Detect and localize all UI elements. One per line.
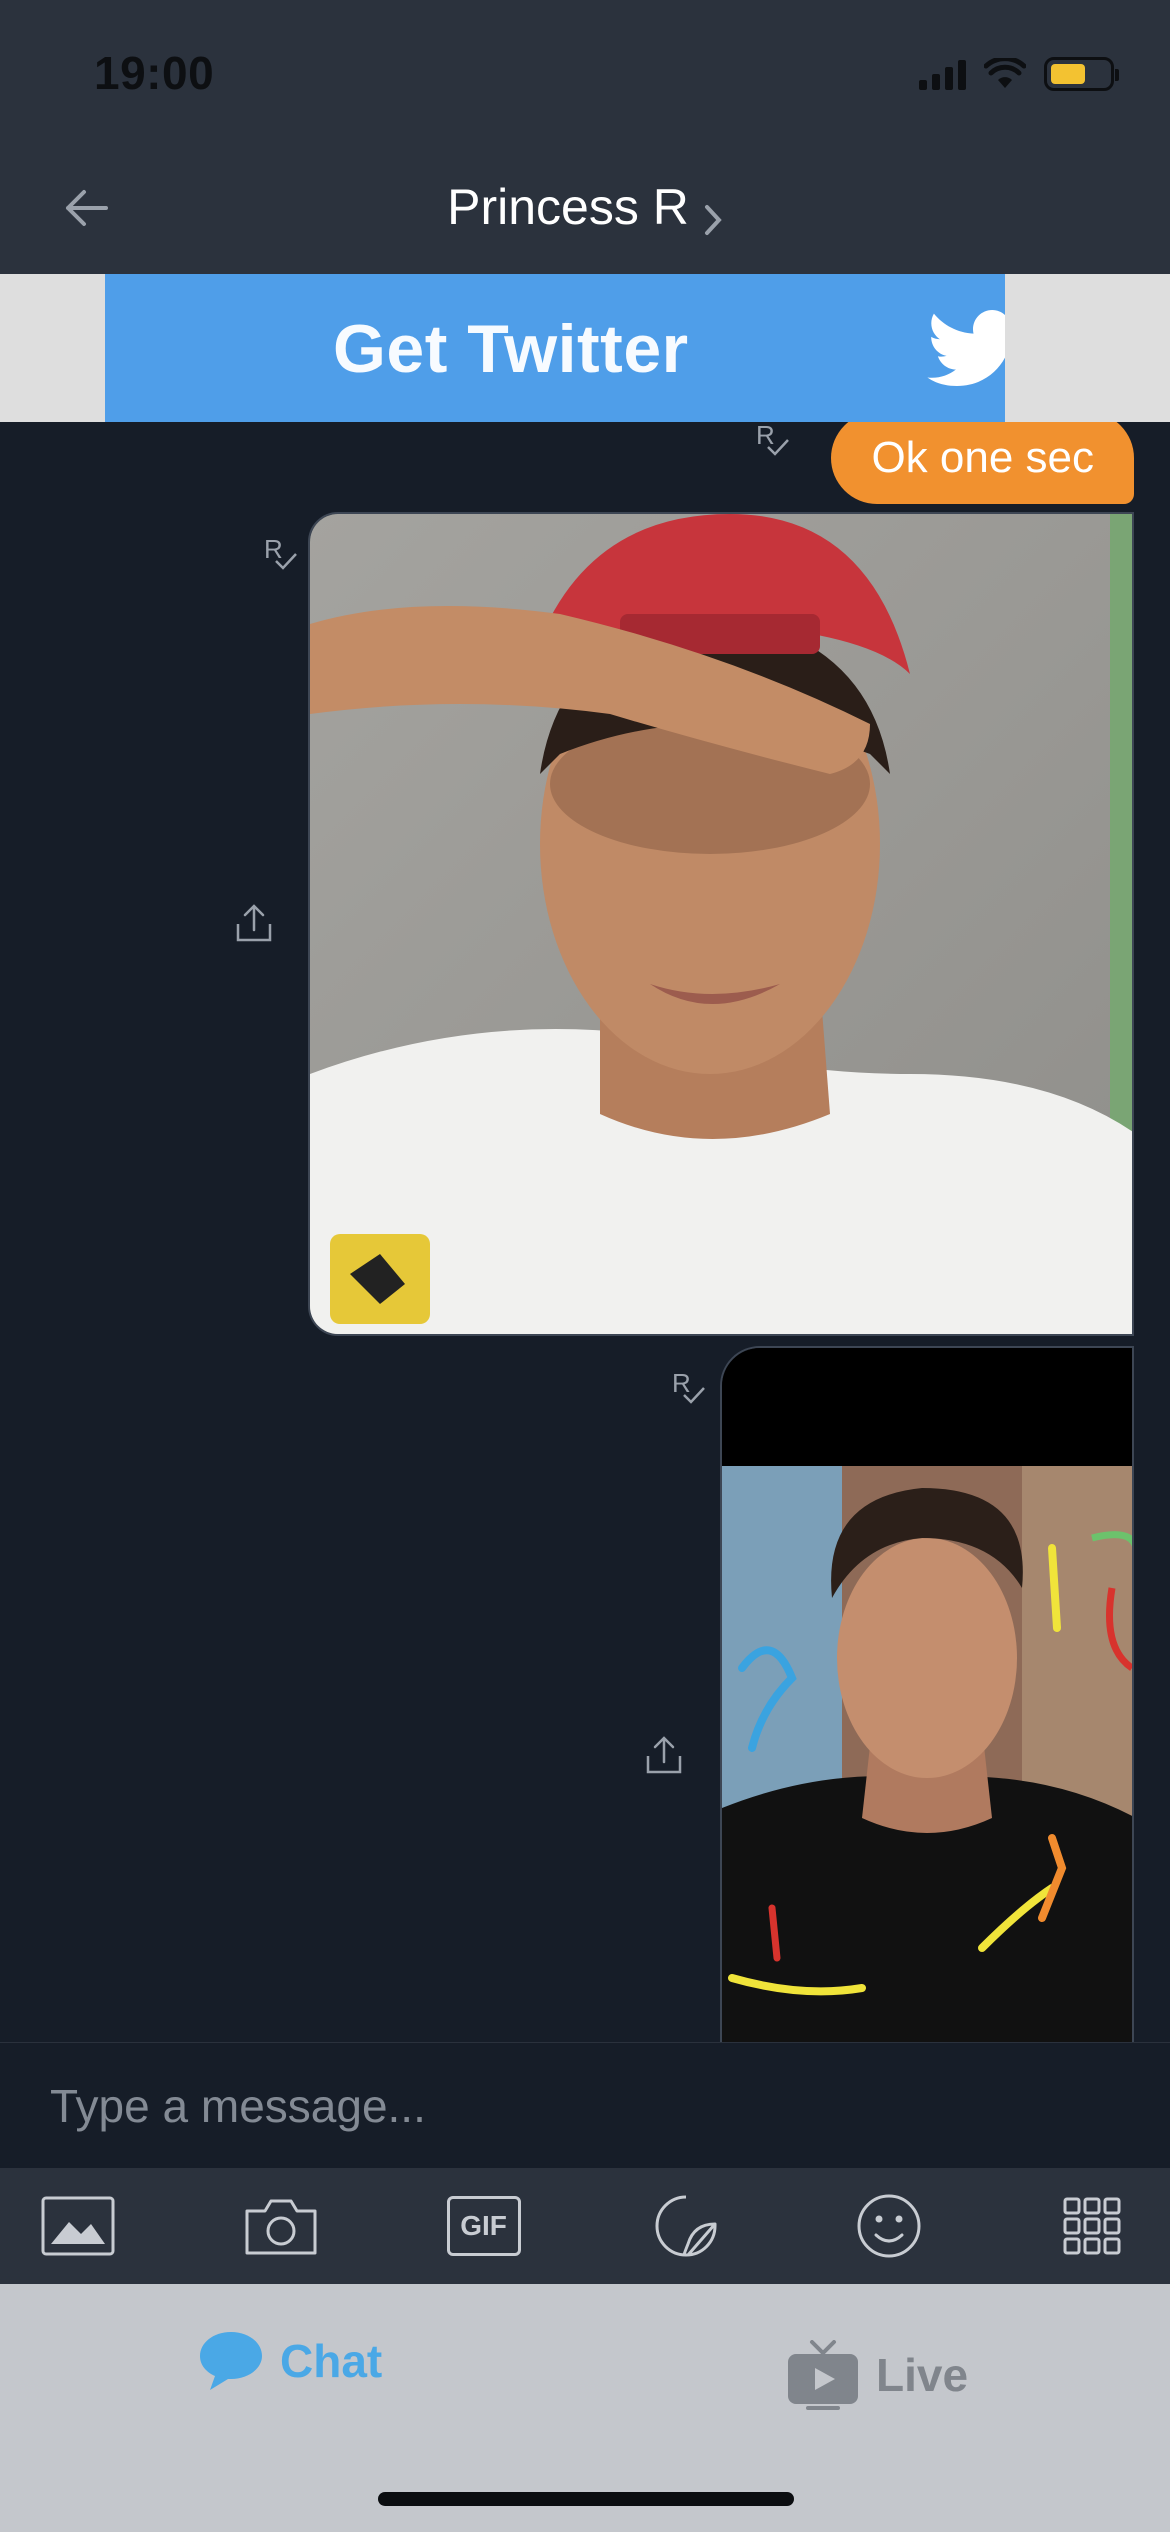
photo-image xyxy=(310,514,1132,1334)
battery-icon xyxy=(1044,57,1119,91)
chevron-right-icon xyxy=(704,204,722,235)
message-list[interactable]: R Ok one sec R R xyxy=(0,422,1170,2042)
wifi-icon xyxy=(984,58,1026,88)
message-composer xyxy=(0,2042,1170,2168)
cellular-signal-icon xyxy=(919,58,966,90)
status-bar: 19:00 xyxy=(0,0,1170,140)
home-indicator[interactable] xyxy=(378,2492,794,2506)
read-receipt: R xyxy=(264,534,297,570)
ad-banner[interactable]: Get Twitter xyxy=(0,274,1170,422)
composer-toolbar: GIF xyxy=(0,2168,1170,2284)
message-input[interactable] xyxy=(50,2071,1120,2141)
twitter-bird-icon xyxy=(927,310,1005,386)
check-icon xyxy=(767,439,789,456)
chat-bubble-icon xyxy=(200,2332,262,2390)
grid-icon[interactable] xyxy=(1052,2186,1132,2266)
tab-live[interactable]: Live xyxy=(786,2340,968,2410)
share-icon[interactable] xyxy=(642,1734,686,1778)
read-receipt: R xyxy=(672,1368,705,1404)
tv-play-icon xyxy=(788,2340,858,2410)
status-icons xyxy=(919,52,1119,96)
outgoing-message-bubble[interactable]: Ok one sec xyxy=(831,422,1134,504)
emoji-icon[interactable] xyxy=(849,2186,929,2266)
photo-message[interactable] xyxy=(308,512,1134,1336)
image-icon[interactable] xyxy=(38,2186,118,2266)
check-icon xyxy=(275,553,297,570)
message-text: Ok one sec xyxy=(871,433,1094,482)
status-time: 19:00 xyxy=(94,47,215,99)
tab-chat[interactable]: Chat xyxy=(198,2330,382,2392)
photo-image xyxy=(722,1348,1132,2042)
share-icon[interactable] xyxy=(232,902,276,946)
read-receipt: R xyxy=(756,422,789,456)
camera-icon[interactable] xyxy=(241,2186,321,2266)
check-icon xyxy=(683,1387,705,1404)
tab-chat-label: Chat xyxy=(280,2335,383,2387)
photo-message[interactable] xyxy=(720,1346,1134,2042)
contact-name: Princess R xyxy=(447,179,689,235)
sticker-icon[interactable] xyxy=(646,2186,726,2266)
ad-content[interactable]: Get Twitter xyxy=(105,274,1005,422)
contact-title-link[interactable]: Princess R xyxy=(0,178,1170,237)
chat-header: Princess R xyxy=(0,140,1170,274)
tab-live-label: Live xyxy=(876,2349,969,2401)
gif-icon[interactable]: GIF xyxy=(444,2186,524,2266)
ad-text: Get Twitter xyxy=(333,311,689,387)
